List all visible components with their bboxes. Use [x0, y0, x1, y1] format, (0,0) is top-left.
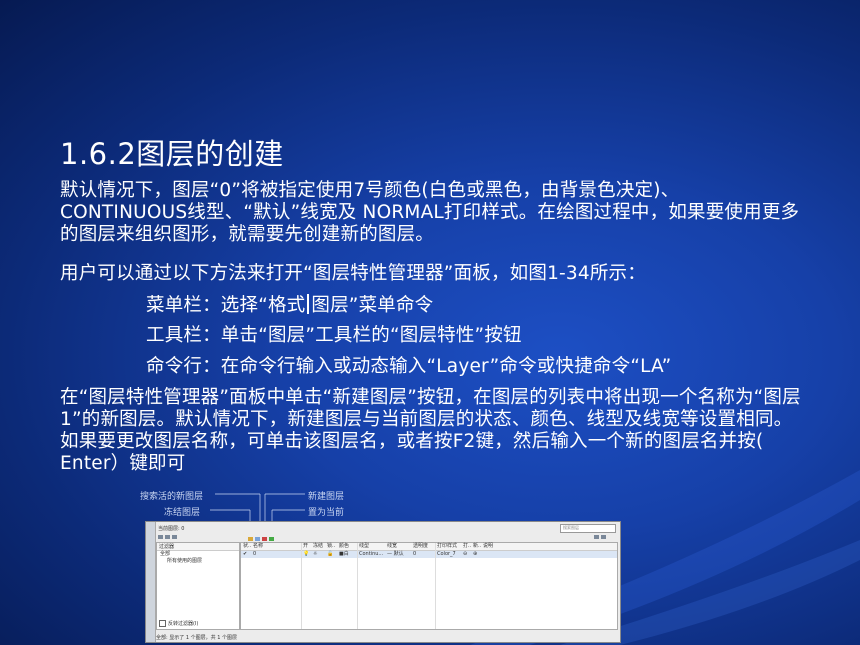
- paragraph-default-layer: 默认情况下，图层“0”将被指定使用7号颜色(白色或黑色，由背景色决定)、CONT…: [60, 180, 800, 245]
- column-divider: [301, 543, 302, 629]
- refresh-icon[interactable]: [594, 534, 599, 539]
- new-layer-icon[interactable]: [248, 536, 253, 541]
- column-divider: [435, 543, 436, 629]
- layer-name[interactable]: 0: [253, 551, 256, 558]
- new-layer-frozen-icon[interactable]: [255, 536, 260, 541]
- column-header[interactable]: 锁..: [327, 543, 335, 550]
- method-menu: 菜单栏：选择“格式 图层”菜单命令: [146, 294, 796, 317]
- column-header[interactable]: 打..: [463, 543, 471, 550]
- filter-tree-panel: 过滤器 全部 所有使用的图层 反转过滤器(I): [156, 542, 240, 630]
- layer-list-header: 状.. 名称 开 冻结 锁.. 颜色 线型 线宽 透明度 打印样式 打.. 新.…: [241, 543, 617, 551]
- current-layer-label: 当前图层: 0: [158, 526, 185, 532]
- figure-callouts: 搜索活的新图层 冻结图层 新建图层 置为当前: [140, 487, 360, 521]
- layer-plot-style[interactable]: Color_7: [437, 551, 456, 558]
- filter-toolbar: [158, 534, 179, 540]
- tree-item-used-layers[interactable]: 所有使用的图层: [157, 558, 239, 565]
- layer-linetype[interactable]: Continu...: [359, 551, 383, 558]
- dialog-top-bar: 当前图层: 0 搜索图层: [156, 524, 618, 542]
- slide: 1.6.2图层的创建 默认情况下，图层“0”将被指定使用7号颜色(白色或黑色，由…: [0, 0, 860, 645]
- dialog-side-bar[interactable]: [146, 522, 156, 642]
- invert-filter-checkbox[interactable]: 反转过滤器(I): [159, 620, 198, 627]
- column-header[interactable]: 透明度: [413, 543, 428, 550]
- filter-header: 过滤器: [157, 543, 239, 551]
- method-menu-a: 菜单栏：选择“格式: [146, 295, 306, 316]
- set-current-icon[interactable]: [269, 536, 274, 541]
- column-header[interactable]: 线型: [359, 543, 369, 550]
- delete-layer-icon[interactable]: [262, 536, 267, 541]
- column-header[interactable]: 状..: [243, 543, 251, 550]
- layer-color[interactable]: ■白: [339, 551, 349, 558]
- method-command-line: 命令行：在命令行输入或动态输入“Layer”命令或快捷命令“LA”: [146, 356, 672, 377]
- method-toolbar: 工具栏：单击“图层”工具栏的“图层特性”按钮: [146, 325, 522, 346]
- column-divider: [357, 543, 358, 629]
- column-header[interactable]: 新..: [473, 543, 481, 550]
- layer-row-0[interactable]: ✔ 0 💡 ☼ 🔓 ■白 Continu... — 默认 0 Color_7 ⊖…: [241, 551, 617, 558]
- callout-lines: [210, 493, 305, 521]
- freeze-icon[interactable]: ☼: [313, 551, 317, 558]
- method-menu-b: 图层”菜单命令: [311, 295, 434, 316]
- layer-lineweight[interactable]: — 默认: [387, 551, 404, 558]
- lock-icon[interactable]: 🔓: [327, 551, 333, 558]
- plot-toggle-icon[interactable]: ⊖: [463, 551, 467, 558]
- layer-status-icon: ✔: [243, 551, 248, 557]
- column-header[interactable]: 线宽: [387, 543, 397, 550]
- settings-icon[interactable]: [601, 534, 606, 539]
- settings-toolbar: [594, 534, 608, 540]
- text-cursor: [307, 294, 310, 314]
- column-header[interactable]: 名称: [253, 543, 263, 550]
- column-header[interactable]: 说明: [483, 543, 493, 550]
- column-header[interactable]: 颜色: [339, 543, 349, 550]
- layer-transparency[interactable]: 0: [413, 551, 416, 558]
- column-header[interactable]: 冻结: [313, 543, 323, 550]
- new-group-filter-icon[interactable]: [165, 534, 170, 539]
- checkbox-icon[interactable]: [159, 620, 166, 627]
- new-vp-freeze-icon[interactable]: ⊕: [473, 551, 477, 558]
- on-off-icon[interactable]: 💡: [303, 551, 309, 558]
- layer-states-icon[interactable]: [172, 534, 177, 539]
- paragraph-new-layer: 在“图层特性管理器”面板中单击“新建图层”按钮，在图层的列表中将出现一个名称为“…: [60, 387, 801, 474]
- invert-filter-label: 反转过滤器(I): [168, 621, 199, 627]
- status-bar: 全部: 显示了 1 个图层，共 1 个图层: [156, 635, 237, 641]
- search-layer-input[interactable]: 搜索图层: [560, 524, 616, 533]
- tree-item-all[interactable]: 全部: [157, 551, 239, 558]
- column-header[interactable]: 开: [303, 543, 308, 550]
- layer-properties-manager-dialog: 当前图层: 0 搜索图层 过滤器 全部 所有使用的图层 反转过滤器(I) 状..…: [145, 521, 621, 643]
- column-header[interactable]: 打印样式: [437, 543, 457, 550]
- layer-list-grid: 状.. 名称 开 冻结 锁.. 颜色 线型 线宽 透明度 打印样式 打.. 新.…: [240, 542, 618, 630]
- section-title: 1.6.2图层的创建: [60, 137, 284, 171]
- new-property-filter-icon[interactable]: [158, 534, 163, 539]
- paragraph-open-methods: 用户可以通过以下方法来打开“图层特性管理器”面板，如图1-34所示：: [60, 263, 646, 284]
